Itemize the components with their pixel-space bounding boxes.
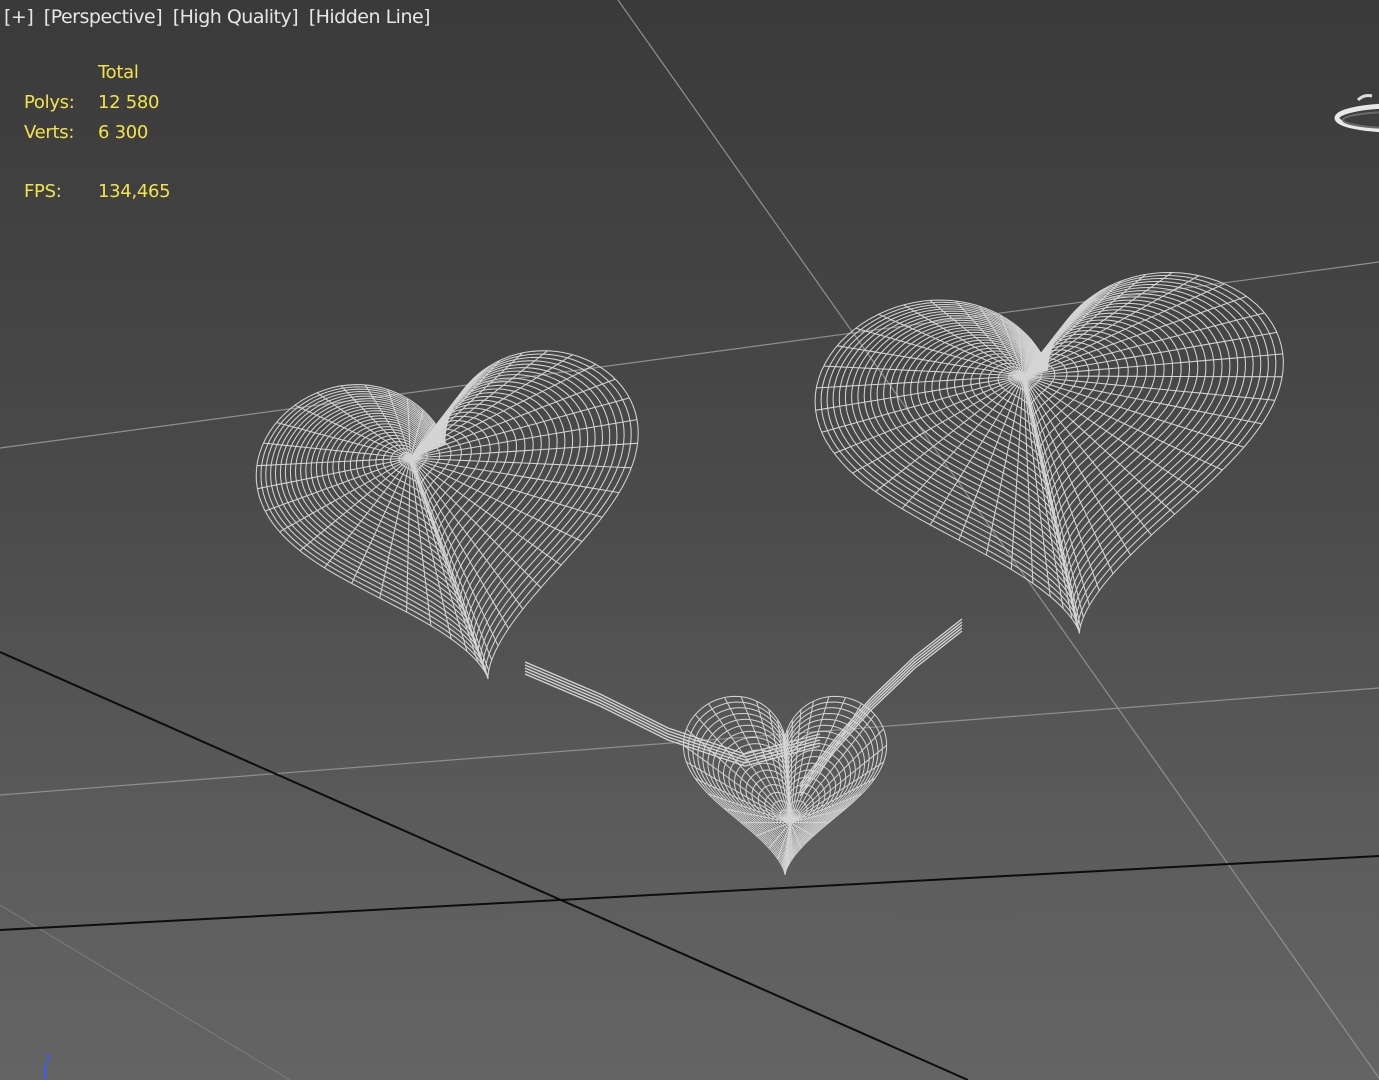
world-axis-line	[0, 855, 1379, 931]
wireframe-spoke	[1023, 312, 1265, 377]
right-heart-balloon-mesh[interactable]	[814, 271, 1284, 634]
wireframe-spoke	[1023, 375, 1283, 378]
viewport-general-menu[interactable]: [+]	[4, 6, 34, 28]
world-axes	[0, 651, 1379, 1080]
wireframe-spoke	[409, 457, 479, 663]
fps-label: FPS:	[24, 181, 62, 202]
wireframe-spoke	[410, 457, 620, 494]
wireframe-spoke	[410, 354, 573, 459]
viewport-quality-menu[interactable]: [High Quality]	[173, 6, 299, 28]
polys-value: 12 580	[98, 92, 160, 113]
verts-value: 6 300	[98, 122, 149, 143]
axis-z-label: z	[45, 1051, 51, 1065]
polys-label: Polys:	[24, 92, 75, 113]
wireframe-spoke	[409, 457, 468, 652]
wireframe-spoke	[1022, 272, 1173, 377]
right-heart-stem[interactable]	[799, 618, 963, 797]
verts-label: Verts:	[24, 122, 75, 143]
wireframe-spoke	[789, 701, 814, 823]
wireframe-ring	[265, 356, 625, 666]
axis-tripod-icon: z	[44, 1051, 51, 1080]
perspective-viewport[interactable]: [+] [Perspective] [High Quality] [Hidden…	[0, 0, 1379, 1080]
strut-wire	[524, 661, 821, 755]
viewport-shading-menu[interactable]: [Hidden Line]	[309, 6, 431, 28]
small-heart-base-mesh[interactable]	[682, 695, 888, 876]
viewport-label-menu: [+] [Perspective] [High Quality] [Hidden…	[4, 6, 435, 28]
viewcube-ring-icon[interactable]	[1334, 94, 1379, 133]
viewport-point-of-view-menu[interactable]: [Perspective]	[44, 6, 163, 28]
wireframe-spoke	[834, 375, 1024, 454]
fps-value: 134,465	[98, 181, 171, 202]
scene-canvas[interactable]	[0, 0, 1379, 1080]
wireframe-spoke	[1022, 375, 1152, 536]
left-heart-balloon-mesh[interactable]	[255, 350, 639, 680]
wireframe-spoke	[410, 457, 562, 566]
stats-header: Total	[98, 62, 139, 83]
heart-balloons-group[interactable]	[255, 271, 1284, 876]
